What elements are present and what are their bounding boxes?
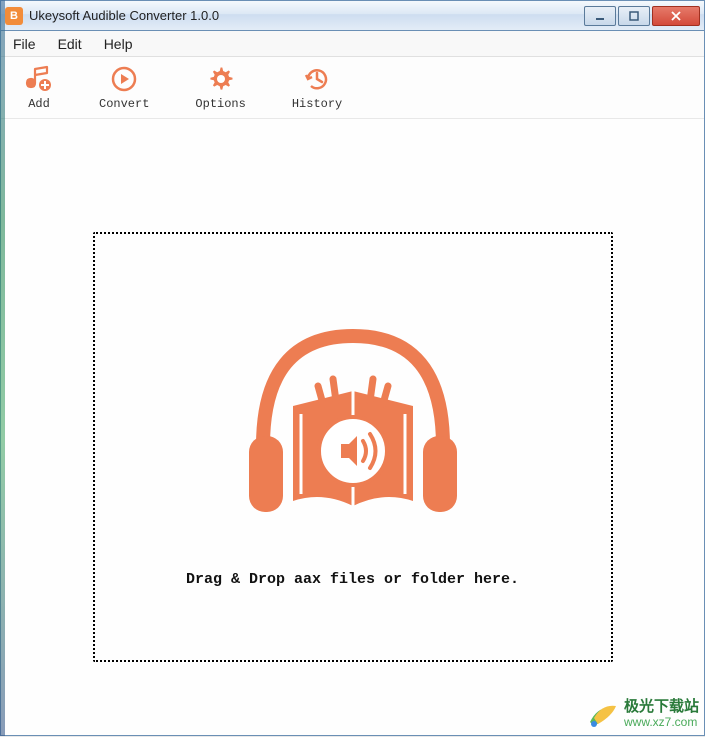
options-label: Options — [195, 97, 245, 111]
app-window: B Ukeysoft Audible Converter 1.0.0 File … — [0, 0, 705, 736]
options-button[interactable]: Options — [195, 65, 245, 111]
menu-edit[interactable]: Edit — [54, 34, 86, 54]
titlebar[interactable]: B Ukeysoft Audible Converter 1.0.0 — [1, 1, 704, 31]
drop-zone[interactable]: Drag & Drop aax files or folder here. — [93, 232, 613, 662]
close-button[interactable] — [652, 6, 700, 26]
watermark-url: www.xz7.com — [624, 716, 699, 729]
drop-instruction: Drag & Drop aax files or folder here. — [186, 571, 519, 588]
convert-icon — [110, 65, 138, 93]
menu-file[interactable]: File — [9, 34, 40, 54]
watermark-cn: 极光下载站 — [624, 699, 699, 716]
minimize-button[interactable] — [584, 6, 616, 26]
add-button[interactable]: Add — [25, 65, 53, 111]
content-area: Drag & Drop aax files or folder here. — [1, 119, 704, 735]
window-title: Ukeysoft Audible Converter 1.0.0 — [29, 8, 582, 23]
convert-button[interactable]: Convert — [99, 65, 149, 111]
history-label: History — [292, 97, 342, 111]
watermark-text: 极光下载站 www.xz7.com — [624, 699, 699, 729]
toolbar: Add Convert Options — [1, 57, 704, 119]
gear-icon — [207, 65, 235, 93]
add-music-icon — [25, 65, 53, 93]
watermark: 极光下载站 www.xz7.com — [584, 696, 699, 732]
app-icon: B — [5, 7, 23, 25]
history-button[interactable]: History — [292, 65, 342, 111]
window-controls — [582, 6, 700, 26]
left-desktop-edge — [0, 0, 5, 736]
add-label: Add — [28, 97, 50, 111]
maximize-button[interactable] — [618, 6, 650, 26]
menu-help[interactable]: Help — [100, 34, 137, 54]
audiobook-headphones-icon — [223, 306, 483, 541]
convert-label: Convert — [99, 97, 149, 111]
menubar: File Edit Help — [1, 31, 704, 57]
watermark-logo-icon — [584, 696, 620, 732]
history-icon — [303, 65, 331, 93]
